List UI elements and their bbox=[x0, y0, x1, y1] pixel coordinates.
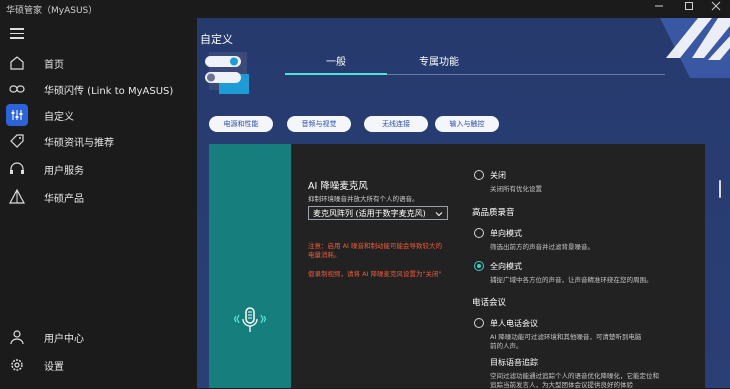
sidebar-item-user-center[interactable]: 用户中心 bbox=[0, 324, 197, 350]
page-title: 自定义 bbox=[200, 33, 233, 46]
close-button[interactable] bbox=[702, 0, 730, 18]
feature-title: AI 降噪麦克风 bbox=[308, 181, 368, 192]
mic-device-select[interactable]: 麦克风阵列 (适用于数字麦克风) bbox=[308, 206, 448, 220]
sidebar-item-products[interactable]: 华硕产品 bbox=[0, 184, 197, 210]
sidebar-item-settings[interactable]: 设置 bbox=[0, 352, 197, 378]
radio-single-direction[interactable] bbox=[474, 228, 484, 238]
feature-description: AI 降噪麦克风 抑制环境噪音并放大所有个人的语音。 麦克风阵列 (适用于数字麦… bbox=[308, 178, 458, 278]
sidebar-item-label: 首页 bbox=[44, 60, 64, 71]
sidebar-item-label: 华硕资讯与推荐 bbox=[44, 138, 114, 149]
option-desc: 前的人声。 bbox=[490, 342, 523, 350]
close-icon bbox=[711, 1, 721, 11]
chip-power-performance[interactable]: 电源和性能 bbox=[209, 116, 273, 132]
sidebar-item-label: 华硕产品 bbox=[44, 194, 84, 205]
minimize-icon bbox=[655, 5, 663, 7]
section-title: 高品质录音 bbox=[472, 208, 515, 218]
option-label: 目标语音追踪 bbox=[490, 358, 538, 367]
warning-text: 假录制视频，请将 AI 降噪麦克风设置为"关闭" bbox=[308, 270, 442, 278]
minimize-button[interactable] bbox=[645, 0, 673, 18]
title-bar: 华硕管家（MyASUS） bbox=[0, 0, 730, 18]
tag-icon bbox=[10, 134, 24, 148]
window-title: 华硕管家（MyASUS） bbox=[6, 6, 98, 16]
maximize-icon bbox=[685, 2, 693, 10]
headset-icon bbox=[10, 162, 24, 174]
hamburger-menu-icon[interactable] bbox=[10, 28, 24, 40]
chip-audio-visual[interactable]: 音频与视觉 bbox=[287, 116, 351, 132]
sidebar-item-link-to-myasus[interactable]: 华硕闪传 (Link to MyASUS) bbox=[0, 76, 197, 102]
feature-desc: 抑制环境噪音并放大所有个人的语音。 bbox=[308, 195, 419, 203]
radio-off[interactable] bbox=[474, 170, 484, 180]
option-label: 单向模式 bbox=[490, 229, 522, 238]
main-panel: 自定义 一般 专属功能 电源和性能 音频与视觉 无线连接 输入与触控 AI 降噪… bbox=[197, 18, 730, 389]
toggle-settings-icon bbox=[205, 52, 249, 94]
sidebar-item-label: 华硕闪传 (Link to MyASUS) bbox=[44, 86, 174, 97]
triangle-icon bbox=[8, 188, 26, 204]
section-title: 电话会议 bbox=[472, 298, 507, 308]
sidebar-item-support[interactable]: 用户服务 bbox=[0, 156, 197, 182]
tab-exclusive-features[interactable]: 专属功能 bbox=[389, 54, 489, 72]
sidebar-item-customize[interactable]: 自定义 bbox=[0, 102, 197, 128]
option-desc: 捕捉广域中各方位的声音，让声音精准环绕在您的周围。 bbox=[490, 276, 653, 284]
options-column: 关闭 关闭所有优化设置 高品质录音 单向模式 筛选出前方的声音并过滤背景噪音。 … bbox=[472, 144, 702, 389]
warning-text: 注意：启用 AI 噪音和制动能可能会导致较大的电量消耗。 bbox=[308, 242, 442, 259]
link-icon bbox=[9, 85, 25, 93]
radio-omni-direction[interactable] bbox=[474, 261, 484, 271]
option-desc: 关闭所有优化设置 bbox=[490, 185, 542, 193]
user-icon bbox=[10, 330, 24, 345]
card-accent-panel bbox=[209, 144, 291, 388]
tab-bar: 一般 专属功能 bbox=[285, 54, 665, 75]
scrollbar-thumb[interactable] bbox=[719, 180, 721, 198]
ai-noise-cancel-card: AI 降噪麦克风 抑制环境噪音并放大所有个人的语音。 麦克风阵列 (适用于数字麦… bbox=[209, 144, 705, 389]
chevron-down-icon bbox=[435, 212, 443, 217]
sidebar-item-news[interactable]: 华硕资讯与推荐 bbox=[0, 128, 197, 154]
sidebar-item-label: 用户服务 bbox=[44, 166, 84, 177]
select-value: 麦克风阵列 (适用于数字麦克风) bbox=[313, 209, 426, 218]
tab-active-indicator bbox=[285, 73, 387, 75]
gear-icon bbox=[11, 359, 23, 371]
chip-wireless[interactable]: 无线连接 bbox=[364, 116, 428, 132]
option-label: 关闭 bbox=[490, 171, 506, 180]
sidebar-item-label: 用户中心 bbox=[44, 334, 84, 345]
sliders-icon bbox=[11, 110, 23, 120]
option-desc: 筛选出前方的声音并过滤背景噪音。 bbox=[490, 243, 594, 251]
option-label: 全向模式 bbox=[490, 262, 522, 271]
option-label: 单人电话会议 bbox=[490, 319, 538, 328]
microphone-icon bbox=[233, 307, 267, 332]
sidebar-item-label: 自定义 bbox=[44, 112, 74, 123]
radio-single-call[interactable] bbox=[474, 318, 484, 328]
tab-general[interactable]: 一般 bbox=[285, 54, 387, 72]
chip-input-touch[interactable]: 输入与触控 bbox=[435, 116, 499, 132]
maximize-button[interactable] bbox=[675, 0, 703, 18]
sidebar-item-home[interactable]: 首页 bbox=[0, 50, 197, 76]
home-icon bbox=[10, 56, 24, 70]
sidebar-item-label: 设置 bbox=[44, 362, 64, 373]
sidebar: 首页 华硕闪传 (Link to MyASUS) 自定义 华硕资讯与推荐 用户服… bbox=[0, 18, 197, 388]
